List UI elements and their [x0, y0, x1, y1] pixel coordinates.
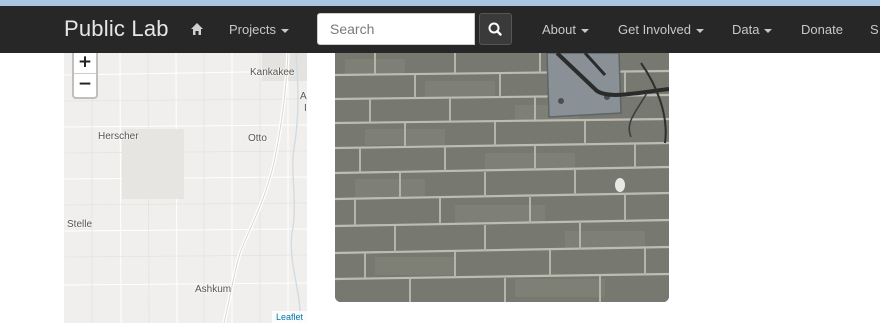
- map-label-ashkum: Ashkum: [195, 284, 232, 295]
- map-label-stelle: Stelle: [67, 219, 93, 230]
- top-navbar: Public Lab Projects About Get Involved D…: [0, 6, 880, 53]
- search-input[interactable]: [317, 13, 475, 45]
- nav-projects-label: Projects: [229, 22, 276, 37]
- search-button[interactable]: [479, 13, 512, 45]
- nav-about-label: About: [542, 22, 576, 37]
- photo-image: [335, 53, 669, 302]
- zoom-in-button[interactable]: +: [74, 53, 96, 74]
- nav-truncated-link[interactable]: S: [870, 22, 879, 37]
- nav-get-involved-dropdown[interactable]: Get Involved: [618, 22, 704, 37]
- chevron-down-icon: [580, 28, 589, 33]
- map-label-herscher: Herscher: [98, 131, 139, 142]
- zoom-control: + −: [72, 53, 98, 99]
- chevron-down-icon: [696, 28, 704, 33]
- nav-data-dropdown[interactable]: Data: [732, 22, 773, 37]
- home-icon[interactable]: [190, 22, 204, 36]
- nav-donate-link[interactable]: Donate: [801, 22, 843, 37]
- nav-get-involved-label: Get Involved: [618, 22, 691, 37]
- map-tiles: [64, 53, 307, 323]
- map-label-i: I: [304, 103, 307, 114]
- nav-about-dropdown[interactable]: About: [542, 22, 589, 37]
- zoom-out-button[interactable]: −: [74, 74, 96, 96]
- map-label-otto: Otto: [248, 133, 267, 144]
- brand-logo-link[interactable]: Public Lab: [64, 16, 169, 42]
- search-icon: [488, 22, 502, 36]
- chevron-down-icon: [280, 28, 289, 33]
- nav-projects-dropdown[interactable]: Projects: [229, 22, 289, 37]
- chevron-down-icon: [764, 28, 773, 33]
- leaflet-attribution-link[interactable]: Leaflet: [271, 311, 307, 323]
- map-label-kankakee: Kankakee: [250, 67, 295, 78]
- location-map[interactable]: + − Kankakee A I Herscher Otto Stelle As…: [64, 53, 307, 323]
- map-label-a: A: [300, 91, 307, 102]
- brick-wall-photo: [335, 53, 669, 302]
- nav-data-label: Data: [732, 22, 760, 37]
